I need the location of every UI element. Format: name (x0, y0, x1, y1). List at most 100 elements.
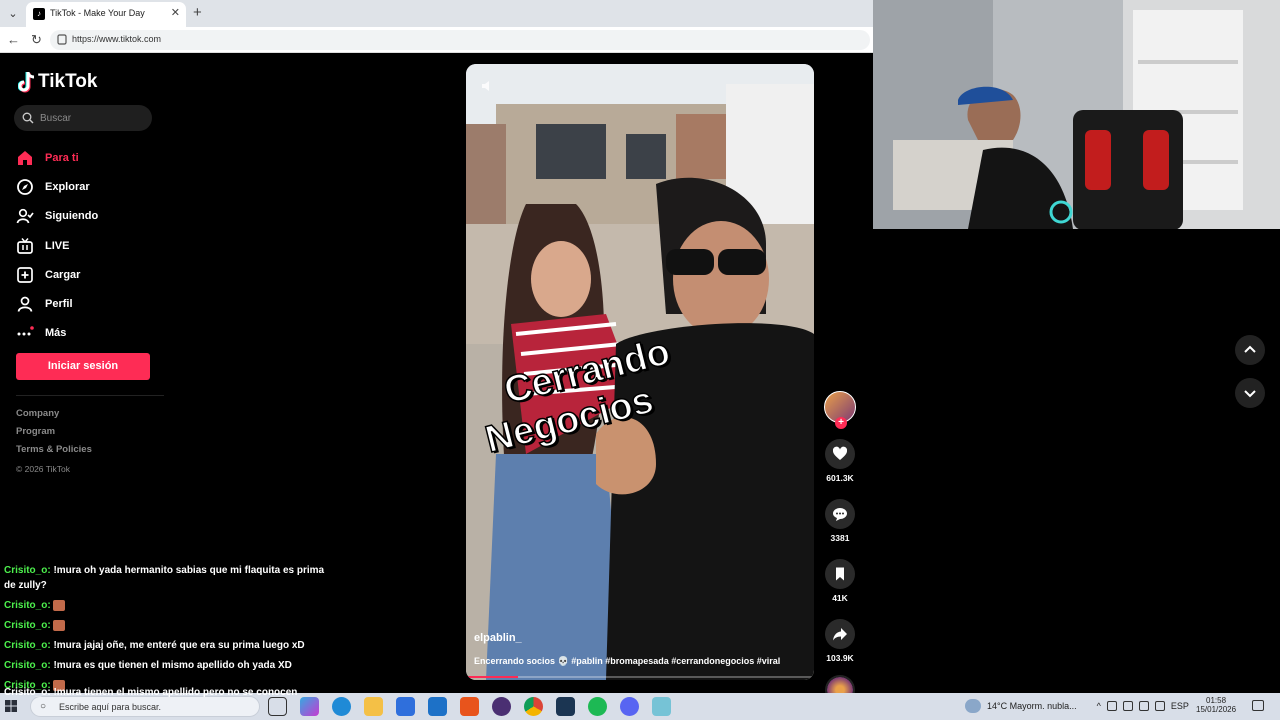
back-arrow-icon[interactable]: ← (7, 32, 20, 47)
sidebar-item-label: Siguiendo (45, 210, 99, 223)
creator-avatar[interactable]: + (824, 391, 856, 429)
save-count: 41K (832, 593, 848, 603)
webcam-overlay-image (873, 0, 1280, 229)
logo-text: TikTok (38, 71, 98, 92)
save-button[interactable] (825, 559, 855, 589)
tab-list-chevron-icon[interactable]: ⌄ (4, 5, 22, 23)
login-button[interactable]: Iniciar sesión (16, 353, 150, 380)
tab-title: TikTok - Make Your Day (50, 8, 145, 18)
sidebar-item-cargar[interactable]: Cargar (16, 260, 98, 289)
store-icon[interactable] (396, 697, 415, 716)
browser-tab-bar: ⌄ ♪ TikTok - Make Your Day ✕ + (0, 0, 873, 27)
wifi-icon[interactable] (1138, 701, 1149, 711)
chat-username[interactable]: Crisito_o: (4, 660, 51, 671)
sidebar-item-para-ti[interactable]: Para ti (16, 143, 98, 172)
taskbar-search-text: Escribe aquí para buscar. (59, 702, 162, 712)
footer-link-program[interactable]: Program (16, 426, 92, 444)
tray-chevron-icon[interactable]: ^ (1097, 701, 1101, 711)
share-icon (833, 628, 847, 641)
follow-plus-icon[interactable]: + (835, 417, 847, 429)
network-icon[interactable] (1106, 701, 1117, 711)
search-input[interactable] (40, 105, 148, 131)
taskbar-search[interactable]: ○ Escribe aquí para buscar. (30, 696, 260, 717)
taskbar-apps (268, 697, 671, 716)
edge-icon[interactable] (332, 697, 351, 716)
search-box[interactable] (14, 105, 152, 131)
live-icon (17, 237, 33, 254)
compass-icon (17, 179, 33, 195)
chrome-icon[interactable] (524, 697, 543, 716)
chat-username[interactable]: Crisito_o: (4, 565, 51, 576)
tiktok-logo[interactable]: TikTok (18, 71, 97, 93)
save-action: 41K (822, 559, 858, 603)
task-view-icon[interactable] (268, 697, 287, 716)
chat-username[interactable]: Crisito_o: (4, 620, 51, 631)
weather-icon[interactable] (965, 699, 981, 713)
sidebar-nav: Para ti Explorar Siguiendo LIVE Cargar P… (16, 143, 98, 348)
mail-icon[interactable] (428, 697, 447, 716)
heart-icon (832, 446, 848, 460)
steam-icon[interactable] (556, 697, 575, 716)
sidebar-item-label: Cargar (45, 268, 81, 281)
video-description[interactable]: Encerrando socios 💀 #pablin #bromapesada… (474, 656, 780, 667)
video-progress-bar[interactable] (466, 676, 814, 678)
profile-icon (17, 296, 33, 312)
chat-overflow-line: Crisito_o: !mura tienen el mismo apellid… (4, 687, 298, 698)
share-action: 103.9K (822, 619, 858, 663)
chat-text: !mura jajaj oñe, me enteré que era su pr… (53, 640, 305, 651)
brave-icon[interactable] (460, 697, 479, 716)
video-player[interactable]: Cerrando Negocios elpablin_ Encerrando s… (466, 64, 814, 680)
divider (16, 395, 164, 396)
sidebar-item-live[interactable]: LIVE (16, 231, 98, 260)
browser-tab[interactable]: ♪ TikTok - Make Your Day ✕ (26, 2, 186, 27)
sidebar-item-mas[interactable]: Más (16, 319, 98, 348)
site-info-icon (57, 34, 67, 45)
footer-link-terms[interactable]: Terms & Policies (16, 444, 92, 462)
discord-icon[interactable] (620, 697, 639, 716)
file-explorer-icon[interactable] (364, 697, 383, 716)
like-count: 601.3K (826, 473, 854, 483)
share-button[interactable] (825, 619, 855, 649)
chat-message: Crisito_o: !mura jajaj oñe, me enteré qu… (4, 638, 334, 653)
chat-message: Crisito_o: !mura es que tienen el mismo … (4, 658, 334, 673)
language-indicator[interactable]: ESP (1171, 701, 1189, 711)
users-icon (16, 209, 34, 224)
notifications-icon[interactable] (1252, 700, 1264, 711)
chat-username[interactable]: Crisito_o: (4, 600, 51, 611)
emote-icon (53, 619, 66, 631)
like-button[interactable] (825, 439, 855, 469)
copyright: © 2026 TikTok (16, 464, 70, 474)
previous-video-button[interactable] (1235, 335, 1265, 365)
footer-link-company[interactable]: Company (16, 408, 92, 426)
action-rail: + 601.3K 3381 41K 103.9K (822, 391, 858, 705)
weather-text[interactable]: 14°C Mayorm. nubla... (987, 701, 1077, 711)
next-video-button[interactable] (1235, 378, 1265, 408)
copilot-icon[interactable] (300, 697, 319, 716)
comment-button[interactable] (825, 499, 855, 529)
microphone-icon[interactable] (1122, 701, 1133, 711)
chat-message: Crisito_o: (4, 618, 334, 633)
more-icon (17, 326, 34, 336)
obs-icon[interactable] (492, 697, 511, 716)
volume-icon[interactable] (480, 78, 496, 94)
windows-start-icon[interactable] (4, 699, 18, 713)
search-icon (22, 112, 34, 124)
volume-icon[interactable] (1154, 701, 1165, 711)
comment-count: 3381 (830, 533, 850, 543)
sidebar-item-label: Para ti (45, 151, 79, 164)
chat-username[interactable]: Crisito_o: (4, 640, 51, 651)
sidebar-item-siguiendo[interactable]: Siguiendo (16, 202, 98, 231)
bookmark-icon (836, 567, 844, 581)
video-progress-fill (466, 676, 519, 678)
url-field[interactable]: https://www.tiktok.com (50, 30, 870, 50)
reload-icon[interactable]: ↻ (31, 32, 42, 48)
chevron-up-icon (1244, 345, 1256, 353)
video-author[interactable]: elpablin_ (474, 632, 522, 644)
clock[interactable]: 01:58 15/01/2026 (1196, 696, 1236, 714)
spotify-icon[interactable] (588, 697, 607, 716)
app-icon[interactable] (652, 697, 671, 716)
close-tab-icon[interactable]: ✕ (171, 6, 180, 19)
sidebar-item-explorar[interactable]: Explorar (16, 172, 98, 201)
sidebar-item-perfil[interactable]: Perfil (16, 289, 98, 318)
new-tab-plus-icon[interactable]: + (193, 4, 202, 21)
